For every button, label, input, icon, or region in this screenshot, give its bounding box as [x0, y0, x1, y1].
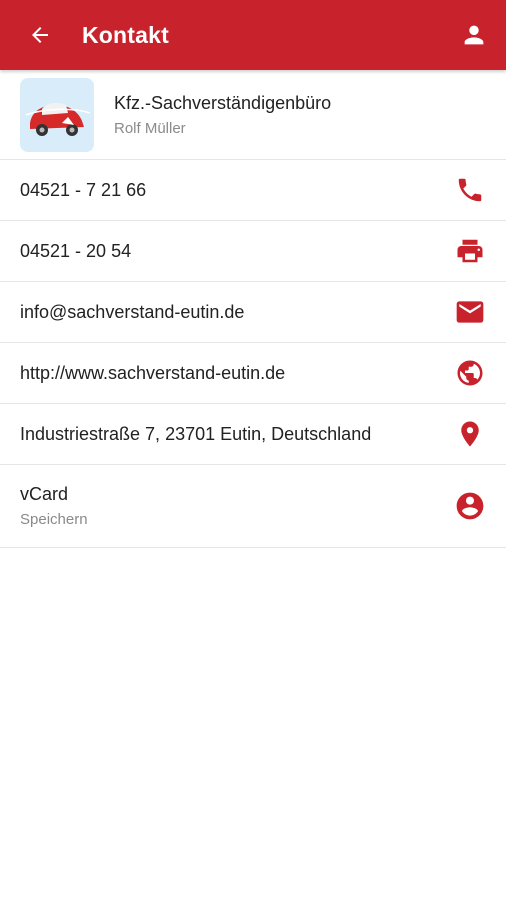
phone-number: 04521 - 7 21 66: [20, 179, 147, 200]
fax-number: 04521 - 20 54: [20, 240, 132, 261]
company-info: Kfz.-Sachverständigenbüro Rolf Müller: [114, 93, 331, 137]
page-title: Kontakt: [82, 21, 170, 48]
profile-button[interactable]: [454, 15, 494, 55]
vcard-sub: Speichern: [20, 511, 88, 528]
printer-icon[interactable]: [452, 233, 488, 269]
email-address: info@sachverstand-eutin.de: [20, 301, 245, 322]
app-bar: Kontakt: [0, 0, 506, 70]
vcard-text: vCard Speichern: [20, 484, 88, 528]
company-name: Kfz.-Sachverständigenbüro: [114, 92, 332, 113]
contact-row-address[interactable]: Industriestraße 7, 23701 Eutin, Deutschl…: [0, 404, 506, 465]
company-logo: [20, 77, 94, 152]
globe-icon[interactable]: [452, 355, 488, 391]
arrow-left-icon: [32, 27, 48, 43]
contact-row-fax[interactable]: 04521 - 20 54: [0, 221, 506, 282]
location-pin-icon[interactable]: [452, 416, 488, 452]
contact-person: Rolf Müller: [114, 119, 186, 137]
company-header: Kfz.-Sachverständigenbüro Rolf Müller: [0, 70, 506, 160]
person-icon: [464, 25, 484, 45]
contact-list: 04521 - 7 21 66 04521 - 20 54 info@sachv…: [0, 160, 506, 548]
red-car-logo-icon: [25, 102, 91, 136]
mail-icon[interactable]: [452, 294, 488, 330]
contact-row-email[interactable]: info@sachverstand-eutin.de: [0, 282, 506, 343]
vcard-label: vCard: [20, 484, 69, 504]
contact-row-website[interactable]: http://www.sachverstand-eutin.de: [0, 343, 506, 404]
account-circle-icon[interactable]: [452, 488, 488, 524]
phone-icon[interactable]: [452, 172, 488, 208]
contact-row-phone[interactable]: 04521 - 7 21 66: [0, 160, 506, 221]
back-button[interactable]: [20, 15, 60, 55]
contact-row-vcard[interactable]: vCard Speichern: [0, 465, 506, 548]
website-url: http://www.sachverstand-eutin.de: [20, 362, 286, 383]
postal-address: Industriestraße 7, 23701 Eutin, Deutschl…: [20, 423, 372, 444]
